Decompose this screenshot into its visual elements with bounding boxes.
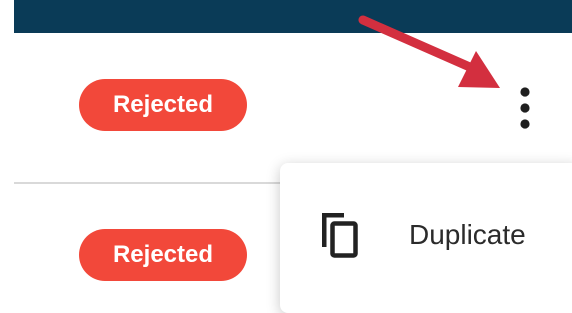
- status-badge: Rejected: [79, 229, 247, 281]
- menu-item-label: Duplicate: [409, 219, 526, 250]
- duplicate-icon: [322, 213, 358, 258]
- more-vertical-icon: [520, 87, 530, 129]
- row-actions-button[interactable]: [506, 82, 544, 134]
- menu-item-duplicate[interactable]: Duplicate: [280, 203, 572, 267]
- status-badge: Rejected: [79, 79, 247, 131]
- context-menu: Duplicate: [280, 163, 572, 313]
- table-header-bar: [14, 0, 572, 33]
- row-divider: [14, 182, 324, 184]
